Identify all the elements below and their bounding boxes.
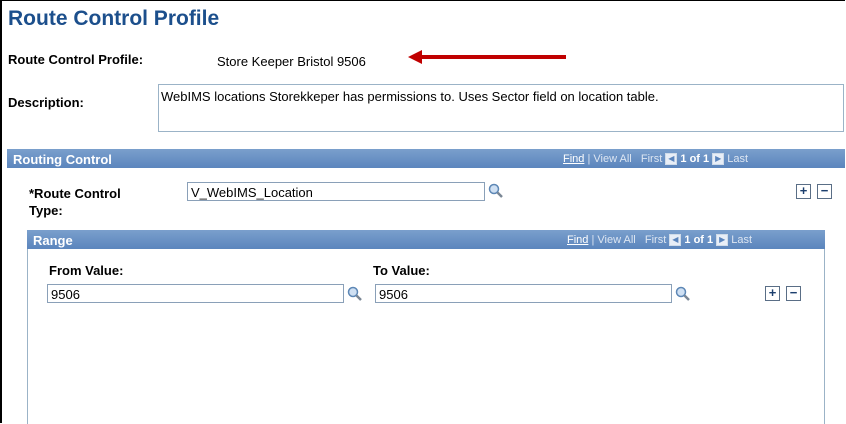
routing-control-nav: Find | View All First ◀ 1 of 1 ▶ Last <box>563 153 748 166</box>
to-value-label: To Value: <box>373 263 430 278</box>
range-prev-icon[interactable]: ◀ <box>669 234 682 247</box>
route-control-type-label-line2: Type: <box>29 203 63 218</box>
from-value-input[interactable]: 9506 <box>47 284 344 303</box>
from-value-label: From Value: <box>49 263 124 278</box>
routing-row-count: 1 of 1 <box>680 153 710 165</box>
to-value-lookup-icon[interactable] <box>675 286 691 302</box>
routing-view-all-link[interactable]: View All <box>593 153 631 165</box>
profile-value: Store Keeper Bristol 9506 <box>217 54 366 69</box>
page-title: Route Control Profile <box>8 7 220 30</box>
description-field[interactable]: WebIMS locations Storekkeper has permiss… <box>158 84 844 132</box>
profile-label: Route Control Profile: <box>8 52 144 67</box>
routing-prev-icon[interactable]: ◀ <box>665 153 678 166</box>
range-last-link[interactable]: Last <box>731 234 752 246</box>
routing-control-header: Routing Control Find | View All First ◀ … <box>7 149 845 168</box>
range-nav: Find | View All First ◀ 1 of 1 ▶ Last <box>567 234 752 247</box>
routing-control-title: Routing Control <box>13 152 112 167</box>
range-next-icon[interactable]: ▶ <box>716 234 729 247</box>
routing-find-link[interactable]: Find <box>563 153 584 165</box>
routing-next-icon[interactable]: ▶ <box>712 153 725 166</box>
routing-nav-separator: | <box>587 153 591 165</box>
red-arrow-icon <box>408 50 566 64</box>
route-control-lookup-icon[interactable] <box>488 183 504 199</box>
description-label: Description: <box>8 95 84 110</box>
routing-first-link[interactable]: First <box>641 153 662 165</box>
range-nav-separator: | <box>591 234 595 246</box>
routing-last-link[interactable]: Last <box>727 153 748 165</box>
to-value-input[interactable]: 9506 <box>375 284 672 303</box>
range-first-link[interactable]: First <box>645 234 666 246</box>
range-find-link[interactable]: Find <box>567 234 588 246</box>
routing-add-row-button[interactable]: + <box>796 184 811 199</box>
range-header: Range Find | View All First ◀ 1 of 1 ▶ L… <box>27 230 825 249</box>
route-control-type-label-line1: *Route Control <box>29 186 121 201</box>
range-title: Range <box>33 233 73 248</box>
range-row-count: 1 of 1 <box>684 234 714 246</box>
range-add-row-button[interactable]: + <box>765 286 780 301</box>
range-delete-row-button[interactable]: − <box>786 286 801 301</box>
route-control-type-input[interactable]: V_WebIMS_Location <box>187 182 485 201</box>
range-view-all-link[interactable]: View All <box>597 234 635 246</box>
from-value-lookup-icon[interactable] <box>347 286 363 302</box>
routing-delete-row-button[interactable]: − <box>817 184 832 199</box>
